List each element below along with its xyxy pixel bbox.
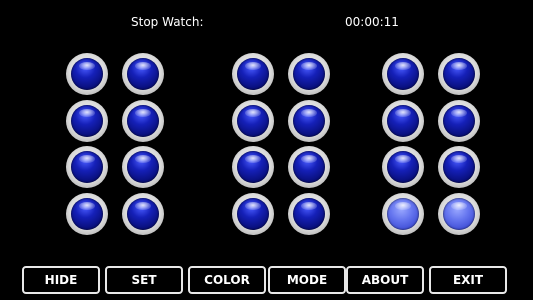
button-bar: HIDE SET COLOR MODE ABOUT EXIT — [0, 266, 533, 296]
bulb-lens — [71, 58, 103, 90]
bulb-hours-tens-row-3 — [66, 146, 108, 188]
bulb-lens — [71, 198, 103, 230]
bulb-minutes-tens-row-2 — [232, 100, 274, 142]
bulb-lens — [237, 198, 269, 230]
bulb-lens — [443, 105, 475, 137]
bulb-lens — [387, 151, 419, 183]
bulb-lens — [71, 151, 103, 183]
bulb-minutes-tens-row-3 — [232, 146, 274, 188]
bulb-lens — [387, 58, 419, 90]
bulb-seconds-ones-row-3 — [438, 146, 480, 188]
binary-clock-grid — [0, 0, 533, 260]
bulb-hours-tens-row-4 — [66, 193, 108, 235]
bulb-lens — [127, 105, 159, 137]
bulb-lens — [237, 105, 269, 137]
bulb-minutes-ones-row-4 — [288, 193, 330, 235]
bulb-minutes-ones-row-3 — [288, 146, 330, 188]
bulb-hours-tens-row-2 — [66, 100, 108, 142]
bulb-hours-ones-row-2 — [122, 100, 164, 142]
bulb-seconds-tens-row-2 — [382, 100, 424, 142]
bulb-lens — [293, 105, 325, 137]
bulb-lens — [443, 151, 475, 183]
bulb-seconds-ones-row-4 — [438, 193, 480, 235]
color-button[interactable]: COLOR — [188, 266, 266, 294]
bulb-lens — [443, 58, 475, 90]
about-button[interactable]: ABOUT — [346, 266, 424, 294]
bulb-hours-ones-row-1 — [122, 53, 164, 95]
bulb-lens — [237, 151, 269, 183]
bulb-seconds-tens-row-4 — [382, 193, 424, 235]
bulb-lens — [387, 198, 419, 230]
hide-button[interactable]: HIDE — [22, 266, 100, 294]
mode-button[interactable]: MODE — [268, 266, 346, 294]
bulb-lens — [127, 151, 159, 183]
bulb-minutes-ones-row-2 — [288, 100, 330, 142]
bulb-lens — [293, 151, 325, 183]
bulb-lens — [71, 105, 103, 137]
bulb-lens — [443, 198, 475, 230]
bulb-minutes-tens-row-1 — [232, 53, 274, 95]
bulb-minutes-ones-row-1 — [288, 53, 330, 95]
bulb-lens — [237, 58, 269, 90]
bulb-lens — [293, 58, 325, 90]
bulb-lens — [127, 198, 159, 230]
bulb-seconds-ones-row-1 — [438, 53, 480, 95]
set-button[interactable]: SET — [105, 266, 183, 294]
bulb-hours-ones-row-4 — [122, 193, 164, 235]
bulb-seconds-tens-row-3 — [382, 146, 424, 188]
bulb-hours-tens-row-1 — [66, 53, 108, 95]
bulb-hours-ones-row-3 — [122, 146, 164, 188]
bulb-seconds-tens-row-1 — [382, 53, 424, 95]
bulb-lens — [293, 198, 325, 230]
bulb-lens — [127, 58, 159, 90]
bulb-minutes-tens-row-4 — [232, 193, 274, 235]
bulb-lens — [387, 105, 419, 137]
exit-button[interactable]: EXIT — [429, 266, 507, 294]
bulb-seconds-ones-row-2 — [438, 100, 480, 142]
